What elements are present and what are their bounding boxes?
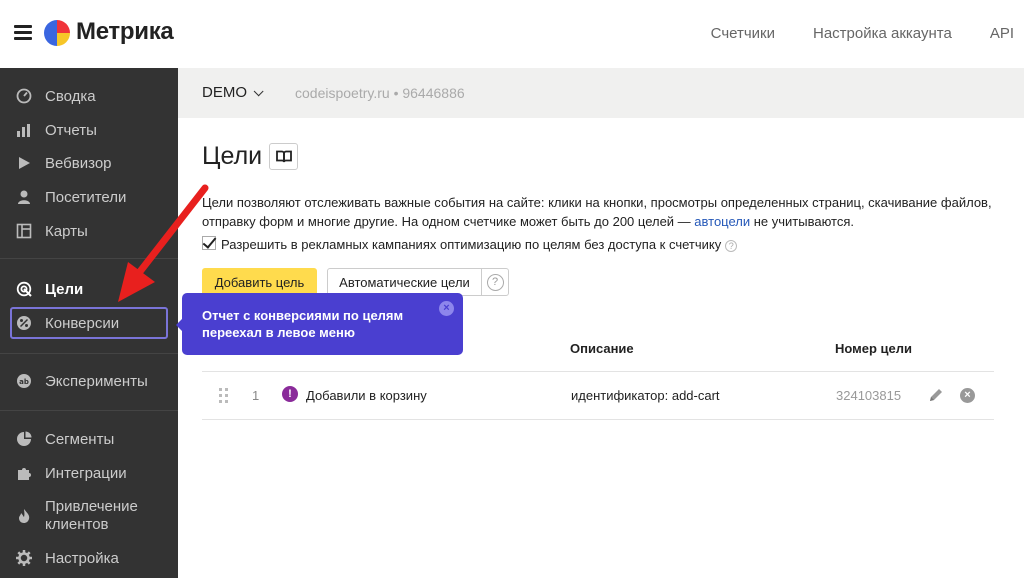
help-icon[interactable]: ? <box>725 239 738 252</box>
top-header: Метрика Счетчики Настройка аккаунта API <box>0 0 1024 68</box>
hamburger-menu-icon[interactable] <box>14 25 32 41</box>
sidebar-item-settings[interactable]: Настройка <box>0 543 178 573</box>
sidebar-divider <box>0 258 178 259</box>
nav-api-link[interactable]: API <box>990 25 1014 42</box>
goal-number: 1 <box>252 388 260 403</box>
book-icon <box>275 150 292 163</box>
table-row: 1 ! Добавили в корзину идентификатор: ad… <box>202 373 994 419</box>
counter-site: codeispoetry.ru • 96446886 <box>295 85 465 101</box>
delete-goal-icon[interactable]: × <box>960 388 975 403</box>
sidebar-item-integrations[interactable]: Интеграции <box>0 458 178 488</box>
sidebar-item-label: Настройка <box>45 549 119 567</box>
sidebar-item-label: Карты <box>45 222 88 240</box>
checkbox-label-text: Разрешить в рекламных кампаниях оптимиза… <box>221 237 722 252</box>
gear-icon <box>15 549 33 567</box>
brand-title[interactable]: Метрика <box>76 18 174 46</box>
chevron-down-icon <box>253 86 264 97</box>
sidebar-item-summary[interactable]: Сводка <box>0 81 178 111</box>
map-icon <box>15 222 33 240</box>
nav-counters-link[interactable]: Счетчики <box>711 25 775 42</box>
user-icon <box>15 188 33 206</box>
sidebar-item-segments[interactable]: Сегменты <box>0 424 178 454</box>
goal-description: идентификатор: add-cart <box>571 388 720 403</box>
sidebar-item-label: Посетители <box>45 188 127 206</box>
nav-account-settings-link[interactable]: Настройка аккаунта <box>813 25 952 42</box>
autogoals-link[interactable]: автоцели <box>694 214 750 229</box>
puzzle-icon <box>15 464 33 482</box>
goal-id: 324103815 <box>836 388 902 403</box>
description-text: Цели позволяют отслеживать важные событи… <box>202 195 992 229</box>
sidebar-item-label: Сегменты <box>45 430 115 448</box>
page-title: Цели <box>202 142 263 170</box>
sidebar-item-maps[interactable]: Карты <box>0 216 178 246</box>
sidebar-item-label: Интеграции <box>45 464 127 482</box>
flame-icon <box>15 507 33 525</box>
column-header-description: Описание <box>570 341 634 356</box>
question-icon: ? <box>486 273 504 291</box>
tooltip-text: Отчет с конверсиями по целям переехал в … <box>202 308 404 340</box>
description-text-end: не учитываются. <box>750 214 855 229</box>
conversions-highlight-frame <box>10 307 168 339</box>
add-goal-button[interactable]: Добавить цель <box>202 268 317 296</box>
counter-selector[interactable]: DEMO <box>202 84 264 101</box>
goals-description: Цели позволяют отслеживать важные событи… <box>202 193 992 231</box>
conversions-moved-tooltip: Отчет с конверсиями по целям переехал в … <box>176 293 463 355</box>
sidebar-item-label: Сводка <box>45 87 96 105</box>
drag-handle-icon[interactable] <box>219 388 229 404</box>
metrika-logo-icon[interactable] <box>44 20 70 46</box>
help-book-button[interactable] <box>269 143 298 170</box>
optimization-checkbox[interactable] <box>202 236 216 250</box>
warning-icon[interactable]: ! <box>282 386 298 402</box>
table-divider <box>202 371 994 372</box>
goal-name[interactable]: Добавили в корзину <box>306 388 427 403</box>
pie-icon <box>15 430 33 448</box>
play-icon <box>15 154 33 172</box>
sidebar-divider <box>0 353 178 354</box>
optimization-checkbox-label: Разрешить в рекламных кампаниях оптимиза… <box>221 237 738 252</box>
sidebar-item-label: Вебвизор <box>45 154 112 172</box>
gauge-icon <box>15 87 33 105</box>
bar-chart-icon <box>15 121 33 139</box>
sidebar-item-acquisition[interactable]: Привлечение клиентов <box>0 496 178 536</box>
counter-name: DEMO <box>202 84 247 101</box>
sidebar-item-experiments[interactable]: ab Эксперименты <box>0 366 178 396</box>
edit-pencil-icon[interactable] <box>928 387 944 403</box>
column-header-goal-id: Номер цели <box>835 341 913 356</box>
auto-goals-help-button[interactable]: ? <box>481 268 509 296</box>
counter-bar: DEMO codeispoetry.ru • 96446886 <box>178 68 1024 118</box>
ab-icon: ab <box>15 372 33 390</box>
close-icon[interactable]: × <box>439 301 454 316</box>
sidebar-item-webvisor[interactable]: Вебвизор <box>0 148 178 178</box>
table-divider <box>202 419 994 420</box>
sidebar-item-label: Эксперименты <box>45 372 148 390</box>
sidebar-item-label: Привлечение клиентов <box>45 498 138 533</box>
target-icon <box>15 280 33 298</box>
top-nav: Счетчики Настройка аккаунта API <box>711 25 1014 42</box>
sidebar-item-label: Цели <box>45 280 84 298</box>
sidebar-divider <box>0 410 178 411</box>
svg-text:ab: ab <box>19 378 29 386</box>
auto-goals-button[interactable]: Автоматические цели <box>327 268 482 296</box>
sidebar-item-goals[interactable]: Цели <box>0 274 178 304</box>
sidebar-item-visitors[interactable]: Посетители <box>0 182 178 212</box>
sidebar-item-reports[interactable]: Отчеты <box>0 115 178 145</box>
sidebar-item-label: Отчеты <box>45 121 97 139</box>
